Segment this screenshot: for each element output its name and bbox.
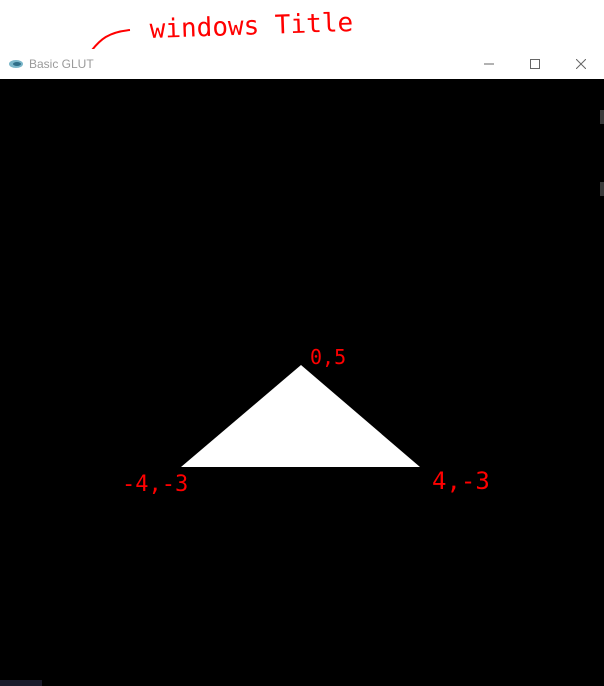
close-button[interactable] [558, 49, 604, 79]
right-edge-mark [600, 110, 604, 124]
minimize-icon [484, 63, 494, 65]
maximize-icon [530, 59, 540, 69]
annotation-arrow [91, 29, 131, 51]
top-vertex-label: 0,5 [310, 345, 346, 369]
minimize-button[interactable] [466, 49, 512, 79]
right-edge-mark-2 [600, 182, 604, 196]
annotation-text: windows Title [149, 8, 353, 45]
window-controls [466, 49, 604, 79]
maximize-button[interactable] [512, 49, 558, 79]
left-vertex-label: -4,-3 [122, 472, 188, 497]
right-vertex-label: 4,-3 [432, 467, 490, 495]
title-bar[interactable]: Basic GLUT [0, 49, 604, 79]
bottom-left-mark [0, 680, 42, 686]
glut-app-icon [8, 56, 24, 72]
white-triangle [181, 365, 420, 467]
window-title: Basic GLUT [29, 57, 94, 71]
scene-svg: 0,5 -4,-3 4,-3 [122, 345, 490, 497]
close-icon [576, 59, 586, 69]
glut-window: Basic GLUT 0,5 -4,-3 4,-3 [0, 49, 604, 686]
render-canvas[interactable]: 0,5 -4,-3 4,-3 [0, 79, 604, 686]
